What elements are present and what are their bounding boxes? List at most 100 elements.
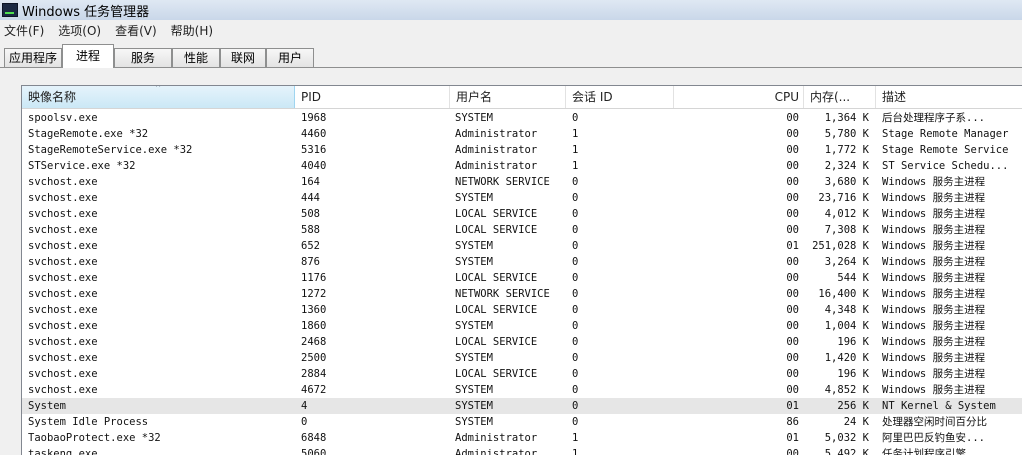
- cell-description: Windows 服务主进程: [882, 336, 986, 348]
- cell-cpu: 00: [786, 176, 799, 188]
- cell-cpu: 00: [786, 368, 799, 380]
- process-row[interactable]: System Idle Process 0 SYSTEM 0 86 24 K 处理器空闲时间…: [22, 414, 1022, 430]
- cell-pid: 0: [301, 416, 308, 428]
- cell-pid: 1360: [301, 304, 327, 316]
- cell-user-name: SYSTEM: [455, 256, 493, 268]
- column-header-description[interactable]: 描述: [876, 86, 1022, 108]
- cell-session-id: 0: [572, 176, 579, 188]
- cell-user-name: LOCAL SERVICE: [455, 208, 538, 220]
- cell-session-id: 0: [572, 272, 579, 284]
- cell-user-name: LOCAL SERVICE: [455, 224, 538, 236]
- tab-performance[interactable]: 性能: [172, 48, 220, 67]
- tab-users[interactable]: 用户: [266, 48, 314, 67]
- menu-view[interactable]: 查看(V): [115, 22, 157, 39]
- cell-cpu: 00: [786, 208, 799, 220]
- process-row[interactable]: svchost.exe 1360 LOCAL SERVICE 0 00 4,348 K Wi…: [22, 302, 1022, 318]
- menu-help[interactable]: 帮助(H): [171, 22, 213, 39]
- process-row[interactable]: svchost.exe 4672 SYSTEM 0 00 4,852 K Windows 服…: [22, 382, 1022, 398]
- cell-cpu: 01: [786, 432, 799, 444]
- column-header-session-id[interactable]: 会话 ID: [566, 86, 674, 108]
- process-row[interactable]: svchost.exe 444 SYSTEM 0 00 23,716 K Windows 服…: [22, 190, 1022, 206]
- cell-user-name: SYSTEM: [455, 320, 493, 332]
- cell-user-name: SYSTEM: [455, 112, 493, 124]
- cell-pid: 2884: [301, 368, 327, 380]
- tab-applications[interactable]: 应用程序: [4, 48, 62, 67]
- column-header-image-name[interactable]: ^ 映像名称: [22, 86, 295, 108]
- process-row[interactable]: TaobaoProtect.exe *32 6848 Administrator 1 0…: [22, 430, 1022, 446]
- cell-cpu: 00: [786, 384, 799, 396]
- cell-pid: 2500: [301, 352, 327, 364]
- sort-ascending-icon: ^: [155, 85, 161, 92]
- cell-memory: 251,028 K: [812, 240, 869, 252]
- cell-user-name: SYSTEM: [455, 352, 493, 364]
- process-row[interactable]: STService.exe *32 4040 Administrator 1 00 2,3…: [22, 158, 1022, 174]
- tab-processes[interactable]: 进程: [62, 44, 114, 68]
- menu-file[interactable]: 文件(F): [4, 22, 44, 39]
- cell-description: Stage Remote Service: [882, 144, 1009, 156]
- process-row[interactable]: svchost.exe 164 NETWORK SERVICE 0 00 3,680 KW…: [22, 174, 1022, 190]
- cell-description: Stage Remote Manager: [882, 128, 1009, 140]
- process-row[interactable]: StageRemote.exe *32 4460 Administrator 1 00 5…: [22, 126, 1022, 142]
- cell-memory: 4,852 K: [824, 384, 869, 396]
- cell-image-name: StageRemoteService.exe *32: [28, 144, 193, 156]
- cell-session-id: 0: [572, 416, 579, 428]
- cell-pid: 4672: [301, 384, 327, 396]
- cell-memory: 196 K: [837, 368, 869, 380]
- tab-services[interactable]: 服务: [114, 48, 172, 67]
- process-row[interactable]: svchost.exe 2500 SYSTEM 0 00 1,420 K Windows 服…: [22, 350, 1022, 366]
- cell-memory: 3,264 K: [824, 256, 869, 268]
- cell-description: Windows 服务主进程: [882, 352, 986, 364]
- process-row[interactable]: svchost.exe 652 SYSTEM 0 01 251,028 K Windows …: [22, 238, 1022, 254]
- cell-cpu: 00: [786, 224, 799, 236]
- cell-pid: 444: [301, 192, 320, 204]
- cell-user-name: LOCAL SERVICE: [455, 336, 538, 348]
- cell-memory: 24 K: [843, 416, 869, 428]
- cell-cpu: 00: [786, 160, 799, 172]
- process-row[interactable]: svchost.exe 2468 LOCAL SERVICE 0 00 196 K Wind…: [22, 334, 1022, 350]
- cell-session-id: 1: [572, 128, 579, 140]
- cell-description: 阿里巴巴反钓鱼安...: [882, 432, 985, 444]
- process-list[interactable]: ^ 映像名称 PID 用户名 会话 ID CPU 内存(... 描述 spool…: [21, 85, 1022, 455]
- column-header-cpu[interactable]: CPU: [674, 86, 804, 108]
- cell-description: Windows 服务主进程: [882, 368, 986, 380]
- cell-image-name: svchost.exe: [28, 288, 98, 300]
- cell-description: Windows 服务主进程: [882, 272, 986, 284]
- column-header-pid[interactable]: PID: [295, 86, 450, 108]
- tab-networking[interactable]: 联网: [220, 48, 266, 67]
- process-row[interactable]: svchost.exe 1860 SYSTEM 0 00 1,004 K Windows 服…: [22, 318, 1022, 334]
- process-row[interactable]: svchost.exe 1176 LOCAL SERVICE 0 00 544 K Wind…: [22, 270, 1022, 286]
- cell-cpu: 00: [786, 128, 799, 140]
- cell-description: Windows 服务主进程: [882, 176, 986, 188]
- process-row[interactable]: svchost.exe 876 SYSTEM 0 00 3,264 K Windows 服务…: [22, 254, 1022, 270]
- cell-cpu: 00: [786, 272, 799, 284]
- cell-memory: 544 K: [837, 272, 869, 284]
- column-header-user-name[interactable]: 用户名: [450, 86, 566, 108]
- menu-options[interactable]: 选项(O): [58, 22, 101, 39]
- process-row[interactable]: svchost.exe 2884 LOCAL SERVICE 0 00 196 K Wind…: [22, 366, 1022, 382]
- process-row[interactable]: svchost.exe 1272 NETWORK SERVICE 0 00 16,400 …: [22, 286, 1022, 302]
- cell-cpu: 01: [786, 240, 799, 252]
- cell-image-name: svchost.exe: [28, 384, 98, 396]
- cell-session-id: 0: [572, 256, 579, 268]
- cell-user-name: SYSTEM: [455, 384, 493, 396]
- cell-memory: 196 K: [837, 336, 869, 348]
- cell-session-id: 1: [572, 144, 579, 156]
- cell-image-name: StageRemote.exe *32: [28, 128, 149, 140]
- cell-image-name: svchost.exe: [28, 304, 98, 316]
- process-row[interactable]: StageRemoteService.exe *32 5316 Administra…: [22, 142, 1022, 158]
- cell-pid: 4040: [301, 160, 327, 172]
- cell-cpu: 00: [786, 336, 799, 348]
- cell-description: 处理器空闲时间百分比: [882, 416, 987, 428]
- cell-session-id: 0: [572, 240, 579, 252]
- process-row[interactable]: svchost.exe 588 LOCAL SERVICE 0 00 7,308 K Win…: [22, 222, 1022, 238]
- process-row[interactable]: System 4 SYSTEM 0 01 256 K NT Kernel & System: [22, 398, 1022, 414]
- cell-description: Windows 服务主进程: [882, 288, 986, 300]
- process-row[interactable]: svchost.exe 508 LOCAL SERVICE 0 00 4,012 K Win…: [22, 206, 1022, 222]
- column-header-memory[interactable]: 内存(...: [804, 86, 876, 108]
- cell-user-name: NETWORK SERVICE: [455, 288, 550, 300]
- cell-description: Windows 服务主进程: [882, 384, 986, 396]
- cell-memory: 1,772 K: [824, 144, 869, 156]
- cell-session-id: 0: [572, 224, 579, 236]
- process-row[interactable]: spoolsv.exe 1968 SYSTEM 0 00 1,364 K 后台处理程序子系.…: [22, 110, 1022, 126]
- cell-session-id: 0: [572, 112, 579, 124]
